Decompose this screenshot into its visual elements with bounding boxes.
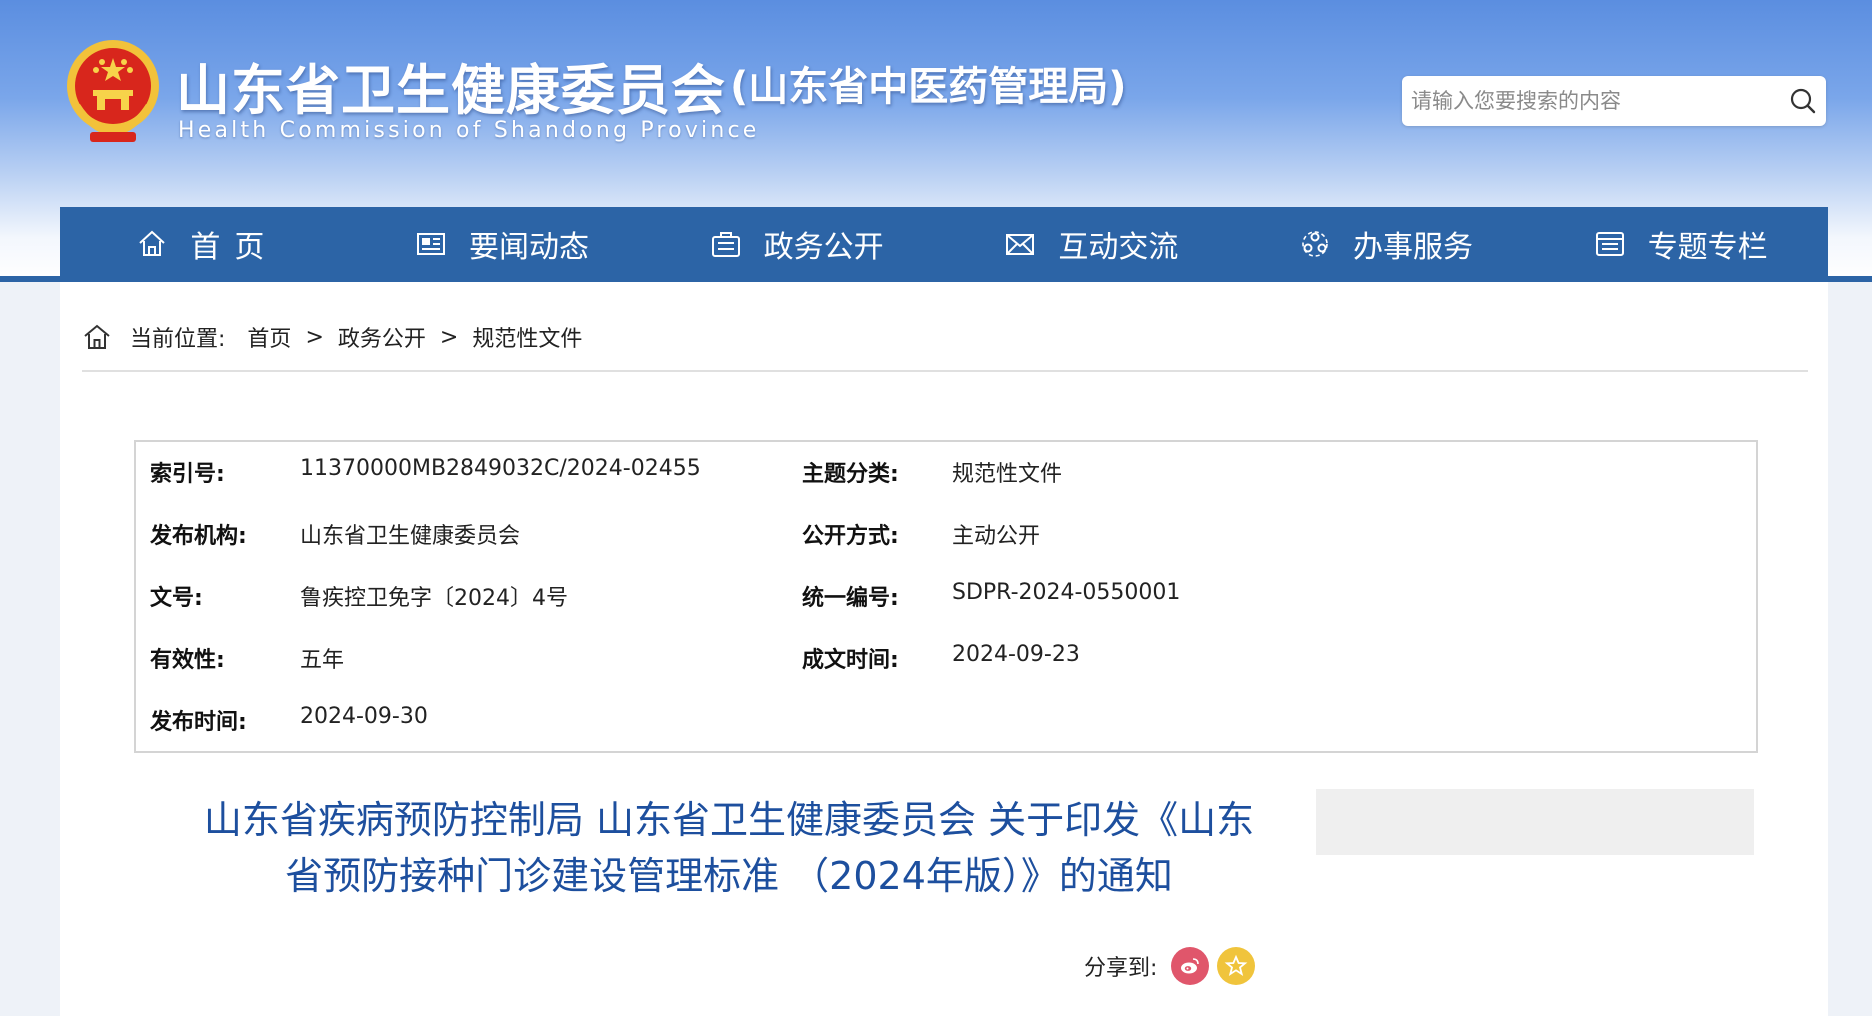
document-title-line: 山东省疾病预防控制局 山东省卫生健康委员会 关于印发《山东 xyxy=(203,798,1255,842)
share-favorite-button[interactable] xyxy=(1217,947,1256,985)
site-title: 山东省卫生健康委员会 xyxy=(176,59,726,122)
meta-value: 鲁疾控卫免字〔2024〕4号 xyxy=(300,586,568,611)
briefcase-icon xyxy=(711,231,740,257)
weibo-icon xyxy=(1181,958,1200,974)
meta-label: 成文时间: xyxy=(802,648,899,673)
meta-label: 发布时间: xyxy=(150,710,247,735)
meta-value: 2024-09-30 xyxy=(300,704,428,729)
nav-label: 政务公开 xyxy=(763,229,884,265)
meta-label: 有效性: xyxy=(150,648,225,673)
breadcrumb-link-normative-docs[interactable]: 规范性文件 xyxy=(472,321,582,353)
meta-row: 发布时间: 2024-09-30 xyxy=(136,704,1756,744)
national-emblem-icon xyxy=(67,40,159,142)
breadcrumb-prefix: 当前位置: xyxy=(130,327,226,352)
search-icon[interactable] xyxy=(1788,86,1818,116)
meta-label: 公开方式: xyxy=(802,524,899,549)
search-box xyxy=(1402,76,1826,126)
nav-item-services[interactable]: 办事服务 xyxy=(1239,207,1534,280)
meta-label: 索引号: xyxy=(150,462,225,487)
meta-value: 2024-09-23 xyxy=(952,642,1080,667)
newspaper-icon xyxy=(417,232,445,255)
home-icon xyxy=(139,230,166,256)
home-icon xyxy=(84,324,110,349)
mail-icon xyxy=(1006,233,1035,255)
site-subtitle: (山东省中医药管理局) xyxy=(730,64,1127,110)
nav-item-home[interactable]: 首页 xyxy=(60,207,355,280)
meta-row: 有效性: 五年 成文时间: 2024-09-23 xyxy=(136,642,1756,682)
breadcrumb-link-home[interactable]: 首页 xyxy=(247,321,291,353)
nav-label: 首页 xyxy=(190,229,279,265)
site-title-english: Health Commission of Shandong Province xyxy=(178,118,760,143)
nav-label: 要闻动态 xyxy=(469,229,589,265)
list-icon xyxy=(1595,231,1624,256)
meta-value: 山东省卫生健康委员会 xyxy=(300,524,521,549)
meta-value: SDPR-2024-0550001 xyxy=(952,580,1181,605)
search-input[interactable] xyxy=(1402,76,1772,126)
breadcrumb: 当前位置: 首页 > 政务公开 > 规范性文件 xyxy=(82,320,582,354)
meta-value: 主动公开 xyxy=(952,524,1041,549)
meta-row: 发布机构: 山东省卫生健康委员会 公开方式: 主动公开 xyxy=(136,518,1756,558)
nav-label: 办事服务 xyxy=(1353,229,1474,265)
meta-label: 文号: xyxy=(150,586,203,611)
share-bar: 分享到: xyxy=(1084,944,1256,988)
document-meta-table: 索引号: 11370000MB2849032C/2024-02455 主题分类:… xyxy=(134,440,1758,753)
nav-item-interaction[interactable]: 互动交流 xyxy=(944,207,1239,280)
share-label: 分享到: xyxy=(1084,956,1158,981)
main-nav: 首页 要闻动态 政务公开 互动交流 办事服务 专题专栏 xyxy=(60,207,1828,280)
breadcrumb-link-gov-affairs[interactable]: 政务公开 xyxy=(338,321,426,353)
meta-row: 文号: 鲁疾控卫免字〔2024〕4号 统一编号: SDPR-2024-05500… xyxy=(136,580,1756,620)
meta-label: 统一编号: xyxy=(802,586,899,611)
meta-label: 主题分类: xyxy=(802,462,899,487)
nav-item-news[interactable]: 要闻动态 xyxy=(355,207,650,280)
document-title: 山东省疾病预防控制局 山东省卫生健康委员会 关于印发《山东 省预防接种门诊建设管… xyxy=(134,792,1324,904)
breadcrumb-separator: > xyxy=(439,324,459,350)
breadcrumb-separator: > xyxy=(305,324,324,350)
breadcrumb-divider xyxy=(82,370,1808,372)
nav-label: 专题专栏 xyxy=(1647,229,1768,265)
nav-label: 互动交流 xyxy=(1058,229,1179,265)
share-weibo-button[interactable] xyxy=(1171,947,1210,985)
meta-value: 规范性文件 xyxy=(952,462,1063,487)
meta-row: 索引号: 11370000MB2849032C/2024-02455 主题分类:… xyxy=(136,456,1756,496)
favorite-star-icon xyxy=(1225,954,1248,977)
nav-item-topics[interactable]: 专题专栏 xyxy=(1533,207,1828,280)
meta-label: 发布机构: xyxy=(150,524,247,549)
meta-value: 11370000MB2849032C/2024-02455 xyxy=(300,456,701,481)
people-icon xyxy=(1302,230,1328,257)
document-title-line: 省预防接种门诊建设管理标准 （2024年版）》的通知 xyxy=(285,854,1173,898)
side-placeholder-box xyxy=(1316,789,1754,855)
nav-item-gov-affairs[interactable]: 政务公开 xyxy=(649,207,944,280)
meta-value: 五年 xyxy=(300,648,345,673)
content-panel: 当前位置: 首页 > 政务公开 > 规范性文件 索引号: 11370000MB2… xyxy=(60,282,1828,1016)
